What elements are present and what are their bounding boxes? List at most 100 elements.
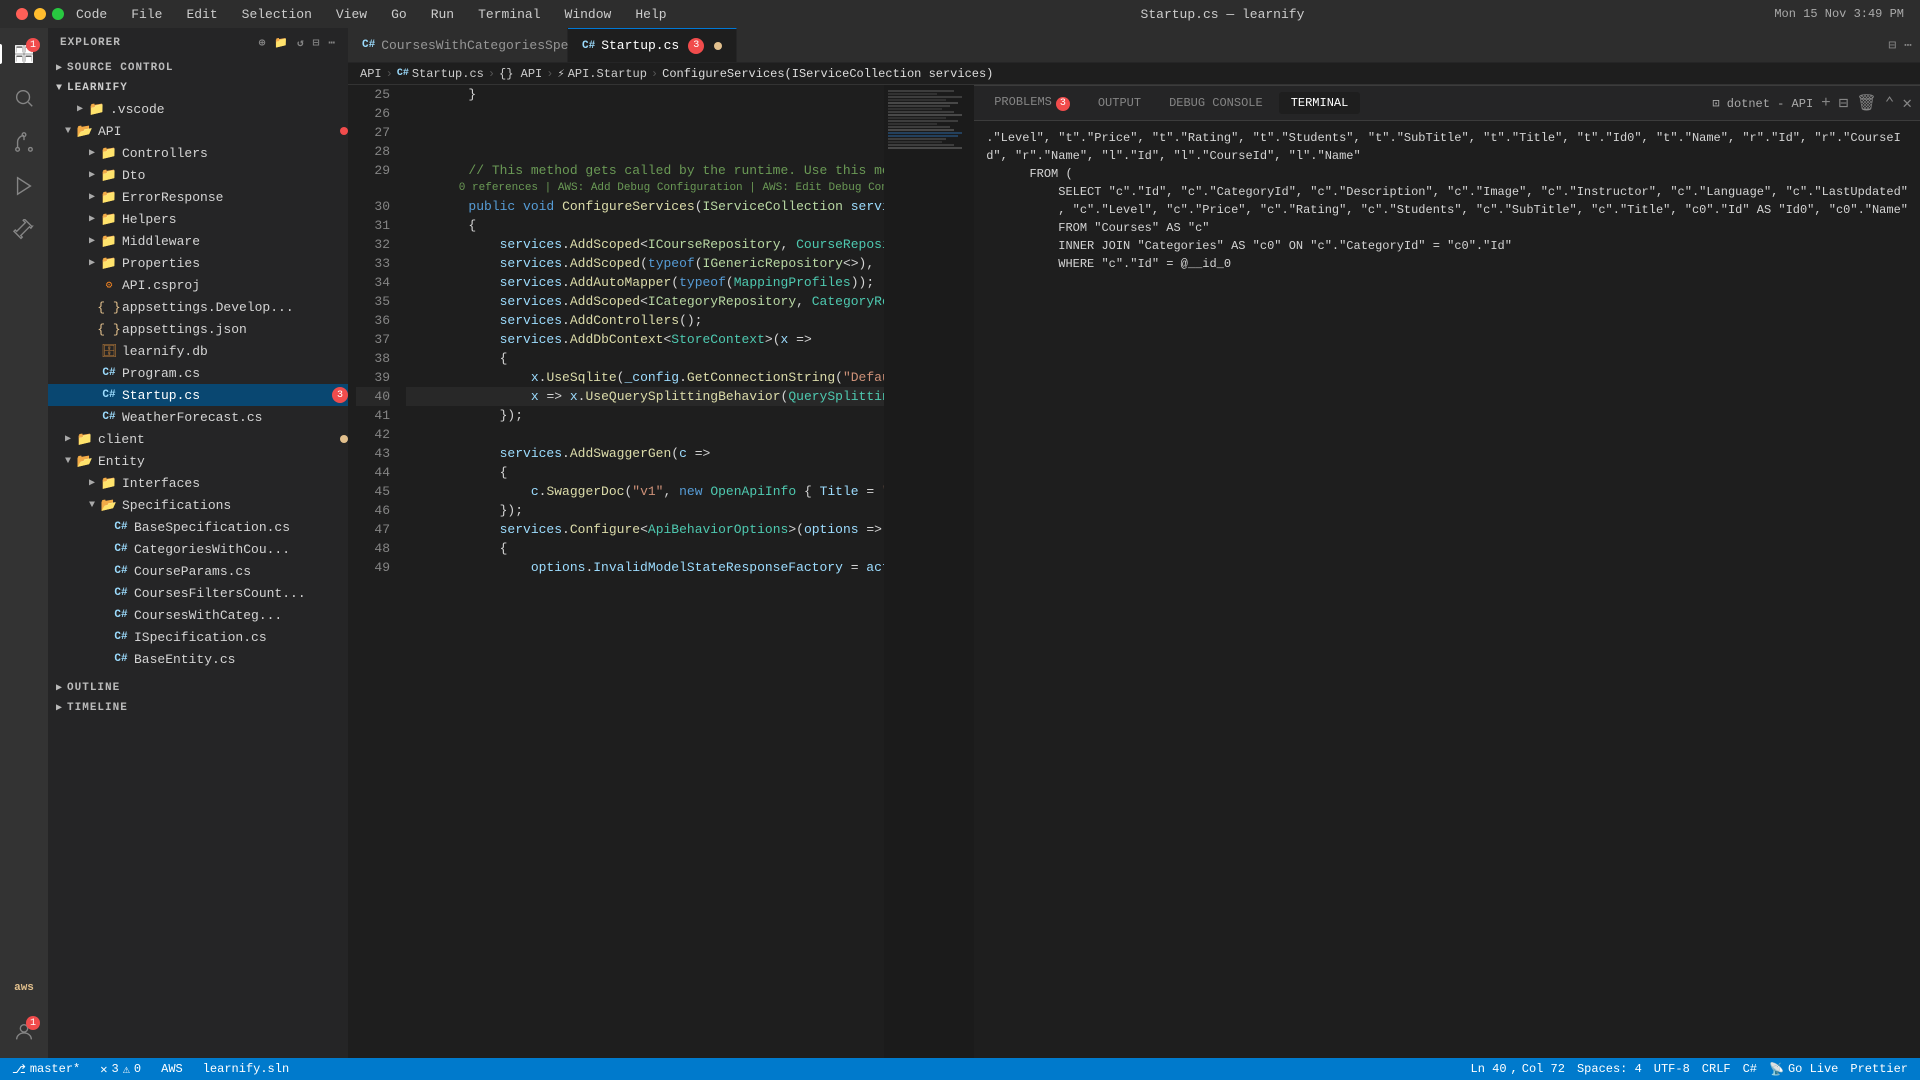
status-errors[interactable]: ✕ 3 ⚠ 0 — [96, 1062, 145, 1077]
more-tabs-icon[interactable]: ⋯ — [1904, 38, 1912, 53]
add-terminal-icon[interactable]: + — [1821, 94, 1831, 112]
tree-item-api[interactable]: ▼ 📂 API — [48, 120, 348, 142]
tab-output[interactable]: OUTPUT — [1086, 92, 1153, 114]
tree-item-controllers[interactable]: ▶ 📁 Controllers — [48, 142, 348, 164]
menu-terminal[interactable]: Terminal — [474, 5, 544, 24]
tab-debug-console[interactable]: DEBUG CONSOLE — [1157, 92, 1275, 114]
outline-section[interactable]: ▶ OUTLINE — [48, 678, 348, 698]
activity-scm[interactable] — [6, 124, 42, 160]
menu-file[interactable]: File — [127, 5, 166, 24]
tree-item-client[interactable]: ▶ 📁 client — [48, 428, 348, 450]
tree-item-entity[interactable]: ▼ 📂 Entity — [48, 450, 348, 472]
tree-item-specifications[interactable]: ▼ 📂 Specifications — [48, 494, 348, 516]
tree-item-baseentity[interactable]: C# BaseEntity.cs — [48, 648, 348, 670]
close-button[interactable] — [16, 8, 28, 20]
refresh-icon[interactable]: ↺ — [297, 36, 305, 50]
tree-item-properties[interactable]: ▶ 📁 Properties — [48, 252, 348, 274]
courseswithcateg-label: CoursesWithCateg... — [134, 608, 348, 623]
menu-run[interactable]: Run — [427, 5, 458, 24]
tree-item-weatherforecast[interactable]: C# WeatherForecast.cs — [48, 406, 348, 428]
tree-item-courseswithcateg[interactable]: C# CoursesWithCateg... — [48, 604, 348, 626]
breadcrumb-api-startup[interactable]: ⚡ API.Startup — [557, 66, 646, 81]
menu-go[interactable]: Go — [387, 5, 411, 24]
maximize-terminal-icon[interactable]: ⌃ — [1885, 93, 1895, 113]
code-editor[interactable]: } // This method gets called by the runt… — [398, 85, 884, 1058]
activity-search[interactable] — [6, 80, 42, 116]
menu-selection[interactable]: Selection — [238, 5, 316, 24]
status-language[interactable]: C# — [1739, 1062, 1761, 1076]
breadcrumb: API › C# Startup.cs › {} API › ⚡ API.Sta… — [348, 63, 1920, 85]
specifications-label: Specifications — [122, 498, 348, 513]
menu-window[interactable]: Window — [561, 5, 616, 24]
status-prettier[interactable]: Prettier — [1846, 1062, 1912, 1076]
status-spaces[interactable]: Spaces: 4 — [1573, 1062, 1646, 1076]
code-line-49: options.InvalidModelStateResponseFactory… — [406, 558, 884, 577]
status-line-col[interactable]: Ln 40, Col 72 — [1467, 1062, 1569, 1076]
status-branch[interactable]: ⎇ master* — [8, 1062, 84, 1077]
activity-debug[interactable] — [6, 168, 42, 204]
tab-problems[interactable]: PROBLEMS3 — [982, 91, 1082, 115]
traffic-lights — [16, 8, 64, 20]
code-line-34: services.AddAutoMapper(typeof(MappingPro… — [406, 273, 884, 292]
tab-startup[interactable]: C# Startup.cs 3 — [568, 28, 737, 62]
status-golive[interactable]: 📡 Go Live — [1765, 1062, 1842, 1077]
activity-explorer[interactable]: 1 — [6, 36, 42, 72]
tree-item-appsettings-dev[interactable]: { } appsettings.Develop... — [48, 296, 348, 318]
errorresponse-folder-icon: 📁 — [100, 188, 118, 206]
tree-item-program[interactable]: C# Program.cs — [48, 362, 348, 384]
breadcrumb-api[interactable]: API — [360, 67, 382, 81]
status-solution[interactable]: learnify.sln — [199, 1062, 293, 1076]
code-line-46: }); — [406, 501, 884, 520]
courseswithcateg-icon: C# — [112, 606, 130, 624]
tree-item-middleware[interactable]: ▶ 📁 Middleware — [48, 230, 348, 252]
timeline-section[interactable]: ▶ TIMELINE — [48, 698, 348, 718]
tree-item-csproj[interactable]: ⚙ API.csproj — [48, 274, 348, 296]
tree-item-startup[interactable]: C# Startup.cs 3 — [48, 384, 348, 406]
activity-account[interactable]: 1 — [6, 1014, 42, 1050]
split-editor-icon[interactable]: ⊟ — [1888, 38, 1896, 53]
tree-item-dto[interactable]: ▶ 📁 Dto — [48, 164, 348, 186]
tree-item-courseparams[interactable]: C# CourseParams.cs — [48, 560, 348, 582]
tree-item-db[interactable]: 🗄 learnify.db — [48, 340, 348, 362]
tree-item-basespec[interactable]: C# BaseSpecification.cs — [48, 516, 348, 538]
status-aws[interactable]: AWS — [157, 1062, 187, 1076]
collapse-icon[interactable]: ⊟ — [313, 36, 321, 50]
tab-coursesspec[interactable]: C# CoursesWithCategoriesSpecification.cs… — [348, 28, 568, 62]
terminal-content[interactable]: ."Level", "t"."Price", "t"."Rating", "t"… — [974, 121, 1920, 335]
delete-terminal-icon[interactable]: 🗑 — [1856, 93, 1876, 113]
tree-item-coursesfilters[interactable]: C# CoursesFiltersCount... — [48, 582, 348, 604]
tree-item-errorresponse[interactable]: ▶ 📁 ErrorResponse — [48, 186, 348, 208]
api-label: API — [98, 124, 336, 139]
breadcrumb-api-ns[interactable]: {} API — [499, 67, 542, 81]
tree-item-ispec[interactable]: C# ISpecification.cs — [48, 626, 348, 648]
menu-view[interactable]: View — [332, 5, 371, 24]
activity-aws[interactable]: aws — [6, 970, 42, 1006]
tree-item-helpers[interactable]: ▶ 📁 Helpers — [48, 208, 348, 230]
tree-item-appsettings[interactable]: { } appsettings.json — [48, 318, 348, 340]
menu-help[interactable]: Help — [631, 5, 670, 24]
minimize-button[interactable] — [34, 8, 46, 20]
learnify-section[interactable]: ▼ LEARNIFY — [48, 78, 348, 98]
breadcrumb-startup-cs[interactable]: C# Startup.cs — [397, 67, 484, 81]
more-icon[interactable]: ⋯ — [328, 36, 336, 50]
tree-item-catsspec[interactable]: C# CategoriesWithCou... — [48, 538, 348, 560]
tree-item-vscode[interactable]: ▶ 📁 .vscode — [48, 98, 348, 120]
source-control-section[interactable]: ▶ SOURCE CONTROL — [48, 58, 348, 78]
breadcrumb-configure-services[interactable]: ConfigureServices(IServiceCollection ser… — [662, 67, 993, 81]
menu-edit[interactable]: Edit — [182, 5, 221, 24]
line-numbers: 25 26 27 28 29 30 31 32 33 34 35 36 37 3… — [348, 85, 398, 1058]
new-folder-icon[interactable]: 📁 — [274, 36, 289, 50]
minimap — [884, 85, 974, 1058]
status-encoding[interactable]: UTF-8 — [1650, 1062, 1694, 1076]
tree-item-interfaces[interactable]: ▶ 📁 Interfaces — [48, 472, 348, 494]
coursesfilters-label: CoursesFiltersCount... — [134, 586, 348, 601]
breadcrumb-cs-icon: C# — [397, 68, 409, 79]
maximize-button[interactable] — [52, 8, 64, 20]
new-file-icon[interactable]: ⊕ — [259, 36, 267, 50]
activity-extensions[interactable] — [6, 212, 42, 248]
close-terminal-icon[interactable]: ✕ — [1902, 93, 1912, 113]
tab-terminal[interactable]: TERMINAL — [1279, 92, 1361, 114]
split-terminal-icon[interactable]: ⊟ — [1839, 93, 1849, 113]
status-line-ending[interactable]: CRLF — [1698, 1062, 1735, 1076]
menu-code[interactable]: Code — [72, 5, 111, 24]
